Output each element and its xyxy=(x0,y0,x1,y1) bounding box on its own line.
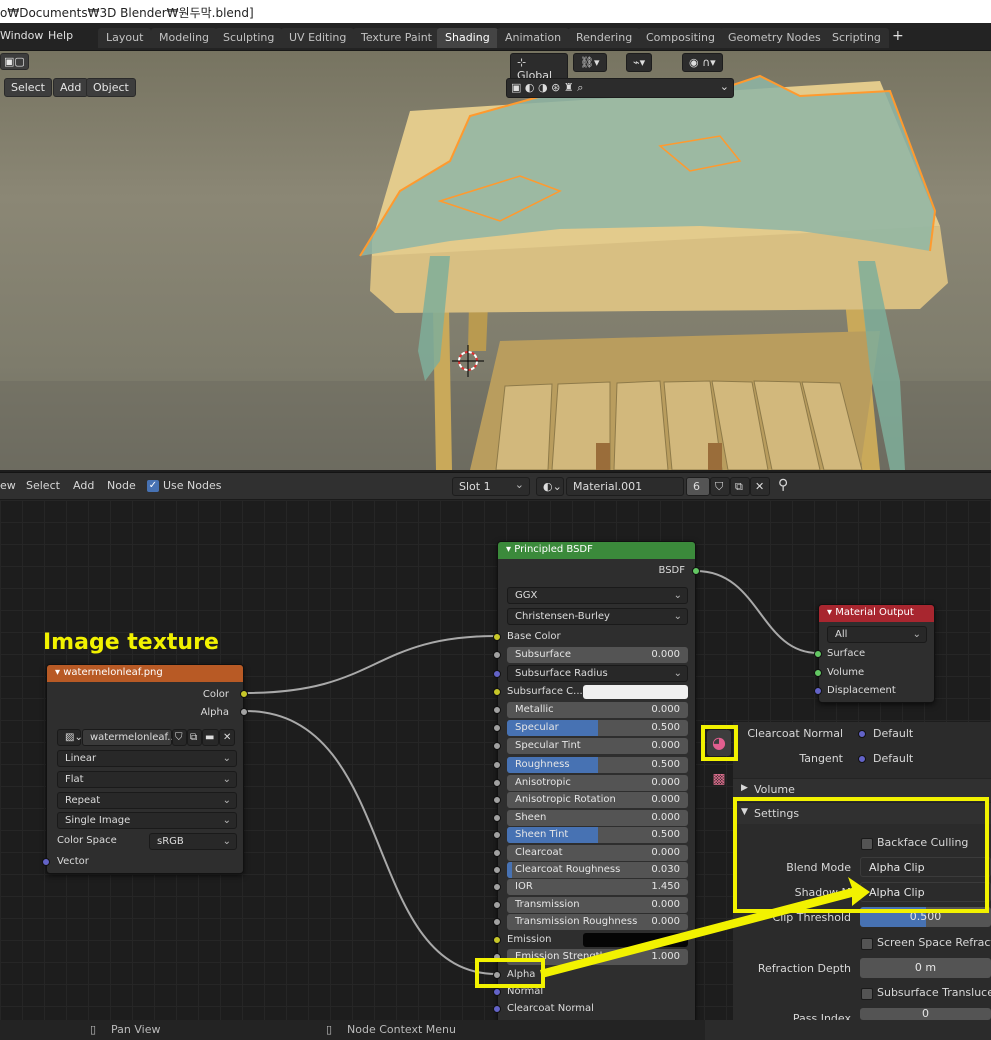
annotation-arrow xyxy=(540,877,870,978)
